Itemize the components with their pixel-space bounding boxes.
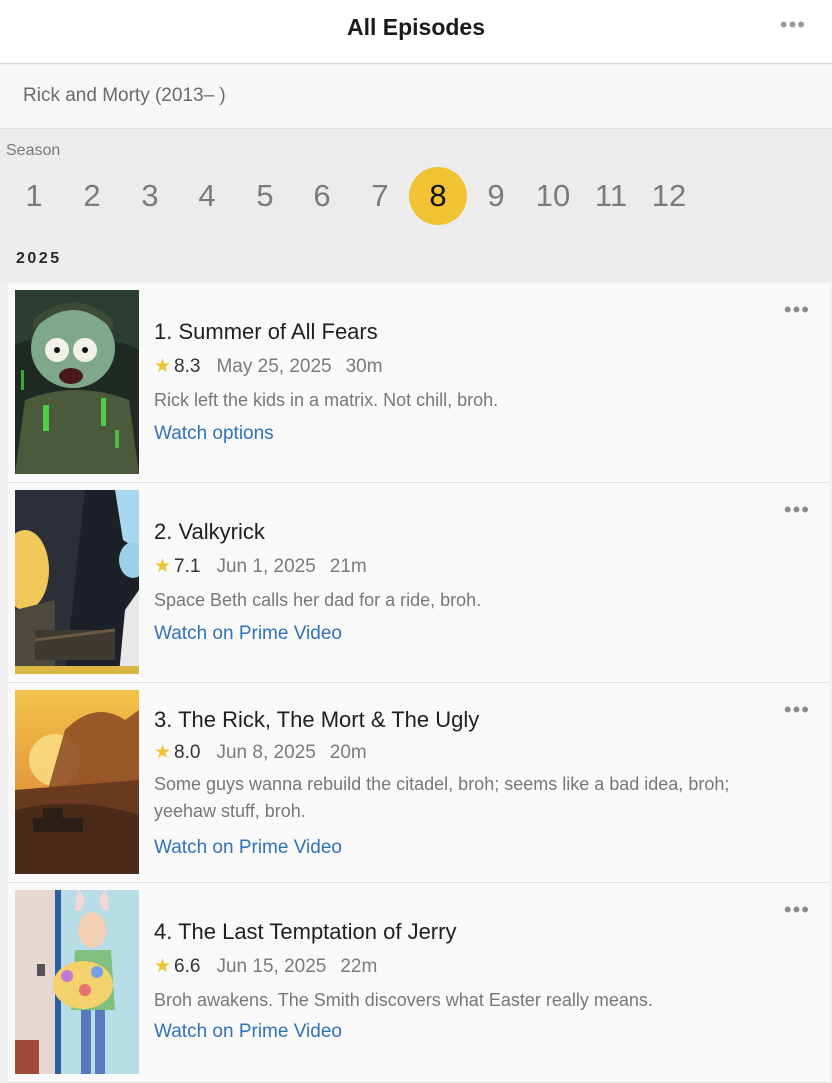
episode-thumbnail[interactable] (15, 490, 139, 674)
episode-more-icon[interactable]: ••• (784, 697, 810, 723)
episode-row[interactable]: ••• 1. Summer of All Fears ★ 8.3 May 25, 2… (8, 283, 830, 483)
watch-on-prime-video-link[interactable]: Watch on Prime Video (154, 837, 342, 859)
show-title[interactable]: Rick and Morty (2013– ) (23, 85, 226, 107)
episode-meta: ★ 7.1 Jun 1, 2025 21m (154, 555, 367, 578)
season-label: Season (6, 142, 61, 159)
season-button-1[interactable]: 1 (5, 167, 63, 225)
page-title: All Episodes (346, 14, 486, 40)
episode-rating: 8.3 (174, 356, 201, 377)
episode-rating: 7.1 (174, 556, 201, 577)
season-picker: Season 1 2 3 4 5 6 7 8 9 10 11 12 2025 (0, 130, 832, 282)
episode-more-icon[interactable]: ••• (784, 497, 810, 523)
watch-options-link[interactable]: Watch options (154, 423, 274, 445)
episode-meta: ★ 6.6 Jun 15, 2025 22m (154, 955, 377, 978)
episode-more-icon[interactable]: ••• (784, 297, 810, 323)
season-button-4[interactable]: 4 (178, 167, 236, 225)
episode-row[interactable]: ••• 3. The Rick, The Mort & The Ugly ★ 8.… (8, 683, 830, 883)
episode-duration: 30m (345, 356, 383, 377)
episode-date: Jun 1, 2025 (216, 556, 316, 577)
star-icon: ★ (154, 356, 172, 377)
episode-description: Rick left the kids in a matrix. Not chil… (154, 390, 499, 410)
season-button-6[interactable]: 6 (293, 167, 351, 225)
episode-rating: 8.0 (174, 742, 201, 763)
episode-duration: 22m (340, 956, 378, 977)
episode-title[interactable]: 1. Summer of All Fears (154, 319, 378, 345)
show-header: Rick and Morty (2013– ) (0, 65, 832, 129)
episode-description: Space Beth calls her dad for a ride, bro… (154, 590, 482, 610)
season-button-10[interactable]: 10 (524, 167, 582, 225)
star-icon: ★ (154, 956, 172, 977)
episode-date: May 25, 2025 (216, 356, 332, 377)
episode-description: Some guys wanna rebuild the citadel, bro… (154, 774, 730, 821)
episode-meta: ★ 8.0 Jun 8, 2025 20m (154, 741, 367, 764)
season-number-list: 1 2 3 4 5 6 7 8 9 10 11 12 (0, 167, 832, 225)
watch-on-prime-video-link[interactable]: Watch on Prime Video (154, 623, 342, 645)
year-heading: 2025 (16, 250, 62, 267)
episode-thumbnail[interactable] (15, 290, 139, 474)
more-options-icon[interactable]: ••• (780, 12, 806, 38)
episode-rating: 6.6 (174, 956, 201, 977)
season-button-5[interactable]: 5 (236, 167, 294, 225)
episode-list: ••• 1. Summer of All Fears ★ 8.3 May 25, 2… (8, 283, 830, 1083)
episode-title[interactable]: 4. The Last Temptation of Jerry (154, 919, 456, 945)
episode-thumbnail[interactable] (15, 690, 139, 874)
star-icon: ★ (154, 742, 172, 763)
episode-meta: ★ 8.3 May 25, 2025 30m (154, 355, 383, 378)
season-button-9[interactable]: 9 (467, 167, 525, 225)
episode-duration: 20m (329, 742, 367, 763)
season-button-2[interactable]: 2 (63, 167, 121, 225)
episode-description: Broh awakens. The Smith discovers what E… (154, 990, 653, 1010)
episode-title[interactable]: 2. Valkyrick (154, 519, 265, 545)
episode-thumbnail[interactable] (15, 890, 139, 1074)
episode-row[interactable]: ••• 2. Valkyrick ★ 7.1 Jun 1, 2025 21m Spac… (8, 483, 830, 683)
star-icon: ★ (154, 556, 172, 577)
episode-row[interactable]: ••• 4. The Last Temptation of Jerry ★ 6.6… (8, 883, 830, 1083)
episode-date: Jun 15, 2025 (216, 956, 327, 977)
episode-title[interactable]: 3. The Rick, The Mort & The Ugly (154, 707, 479, 733)
season-button-3[interactable]: 3 (121, 167, 179, 225)
season-button-11[interactable]: 11 (582, 167, 640, 225)
season-button-8-selected[interactable]: 8 (409, 167, 467, 225)
episode-more-icon[interactable]: ••• (784, 897, 810, 923)
top-bar: All Episodes ••• (0, 0, 832, 64)
episode-duration: 21m (329, 556, 367, 577)
episode-date: Jun 8, 2025 (216, 742, 316, 763)
season-button-12[interactable]: 12 (640, 167, 698, 225)
season-button-7[interactable]: 7 (351, 167, 409, 225)
watch-on-prime-video-link[interactable]: Watch on Prime Video (154, 1021, 342, 1043)
